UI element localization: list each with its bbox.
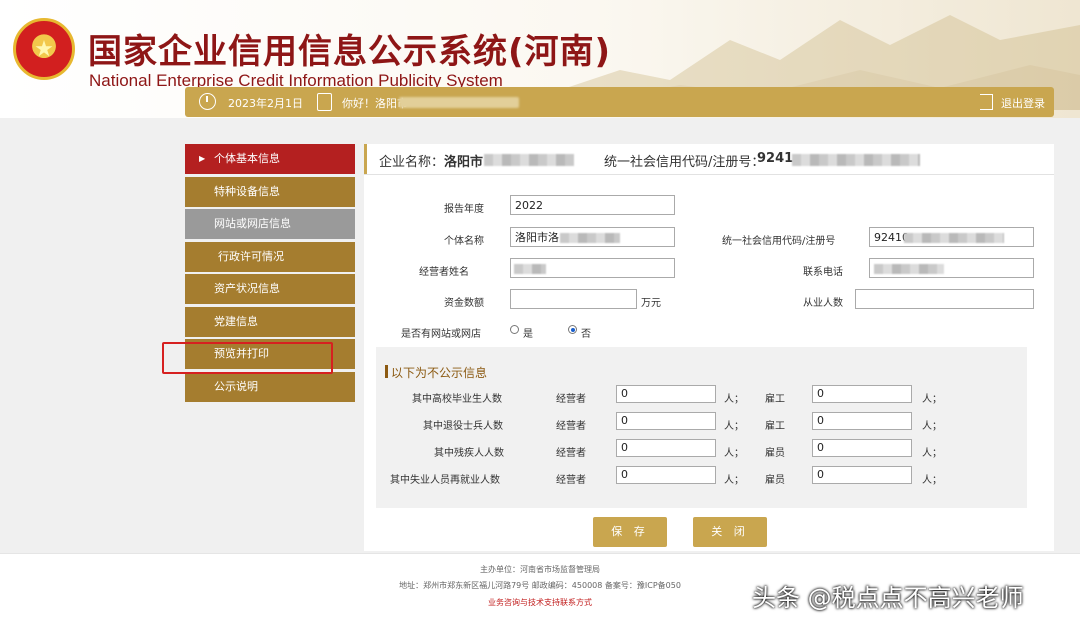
row-unit: 人； [922, 394, 942, 405]
logout-link[interactable]: 退出登录 [1001, 95, 1045, 111]
save-button[interactable]: 保 存 [593, 517, 667, 547]
company-value: 洛阳市 [444, 155, 484, 170]
row-unit: 人； [922, 448, 942, 459]
capital-input[interactable] [510, 289, 637, 309]
capital-unit: 万元 [641, 298, 661, 309]
website-no-radio[interactable] [568, 325, 577, 334]
row-unit: 人； [724, 394, 744, 405]
row-label: 其中残疾人人数 [434, 448, 504, 459]
row-label: 其中失业人员再就业人数 [390, 475, 500, 486]
row-unit: 人； [724, 448, 744, 459]
website-question-label: 是否有网站或网店 [401, 329, 481, 340]
operator-label: 经营者姓名 [419, 267, 469, 278]
preview-print-highlight [162, 342, 333, 374]
redacted-code [792, 154, 920, 166]
count-input[interactable] [616, 466, 716, 484]
national-emblem-icon: ★ [13, 18, 75, 80]
company-label: 企业名称： [379, 155, 445, 170]
count-input[interactable] [616, 439, 716, 457]
current-date: 2023年2月1日 [228, 97, 303, 110]
credit-code-label: 统一社会信用代码/注册号： [604, 155, 765, 170]
nav-item-basic-info[interactable]: 个体基本信息 [185, 144, 355, 174]
row-category: 雇员 [765, 448, 785, 459]
redacted-credit-code [904, 233, 1004, 243]
row-unit: 人； [922, 421, 942, 432]
redacted-phone [874, 264, 944, 274]
logout-icon[interactable] [980, 94, 993, 110]
redacted-username [399, 97, 519, 108]
credit-code-value: 9241 [757, 151, 794, 166]
website-yes-label: 是 [523, 329, 533, 340]
user-badge-icon [317, 93, 332, 111]
nav-item-special-equipment[interactable]: 特种设备信息 [185, 176, 355, 207]
site-title: 国家企业信用信息公示系统(河南) [88, 32, 612, 72]
row-unit: 人； [724, 475, 744, 486]
nav-item-party[interactable]: 党建信息 [185, 306, 355, 337]
phone-label: 联系电话 [803, 267, 843, 278]
nav-item-website[interactable]: 网站或网店信息 [185, 209, 355, 239]
count-input[interactable] [616, 412, 716, 430]
count-input[interactable] [812, 466, 912, 484]
website-yes-radio[interactable] [510, 325, 519, 334]
row-category: 经营者 [556, 448, 586, 459]
name-label: 个体名称 [444, 236, 484, 247]
row-category: 雇员 [765, 475, 785, 486]
row-unit: 人； [724, 421, 744, 432]
nonpublic-section: 以下为不公示信息 其中高校毕业生人数 经营者 人； 雇工 人； 其中退役士兵人数… [376, 347, 1027, 508]
count-input[interactable] [616, 385, 716, 403]
count-input[interactable] [812, 412, 912, 430]
row-label: 其中高校毕业生人数 [412, 394, 502, 405]
row-category: 雇工 [765, 421, 785, 432]
row-label: 其中退役士兵人数 [423, 421, 503, 432]
row-category: 经营者 [556, 394, 586, 405]
company-summary: 企业名称： 洛阳市 统一社会信用代码/注册号： 9241 [364, 144, 1054, 175]
nav-item-assets[interactable]: 资产状况信息 [185, 274, 355, 304]
credit-code-field-label: 统一社会信用代码/注册号 [722, 236, 836, 247]
close-button[interactable]: 关 闭 [693, 517, 767, 547]
count-input[interactable] [812, 385, 912, 403]
year-label: 报告年度 [444, 204, 484, 215]
website-no-label: 否 [581, 329, 591, 340]
watermark-text: 头条 @税点点不高兴老师 [752, 584, 1024, 612]
user-bar: 2023年2月1日 你好！洛阳市 退出登录 [185, 87, 1054, 117]
employees-label: 从业人数 [803, 298, 843, 309]
nav-item-admin-license[interactable]: 行政许可情况 [185, 241, 355, 272]
nonpublic-title: 以下为不公示信息 [384, 365, 488, 380]
row-unit: 人； [922, 475, 942, 486]
year-input[interactable] [510, 195, 675, 215]
row-category: 经营者 [556, 475, 586, 486]
main-panel: 企业名称： 洛阳市 统一社会信用代码/注册号： 9241 报告年度 个体名称 统… [364, 144, 1054, 551]
row-category: 经营者 [556, 421, 586, 432]
redacted-company [484, 154, 574, 166]
row-category: 雇工 [765, 394, 785, 405]
nav-item-disclosure-notes[interactable]: 公示说明 [185, 371, 355, 402]
count-input[interactable] [812, 439, 912, 457]
redacted-operator [514, 264, 546, 274]
employees-input[interactable] [855, 289, 1034, 309]
footer-organizer: 主办单位：河南省市场监督管理局 [480, 565, 600, 574]
capital-label: 资金数额 [444, 298, 484, 309]
clock-icon [199, 93, 216, 110]
redacted-name [560, 233, 620, 243]
